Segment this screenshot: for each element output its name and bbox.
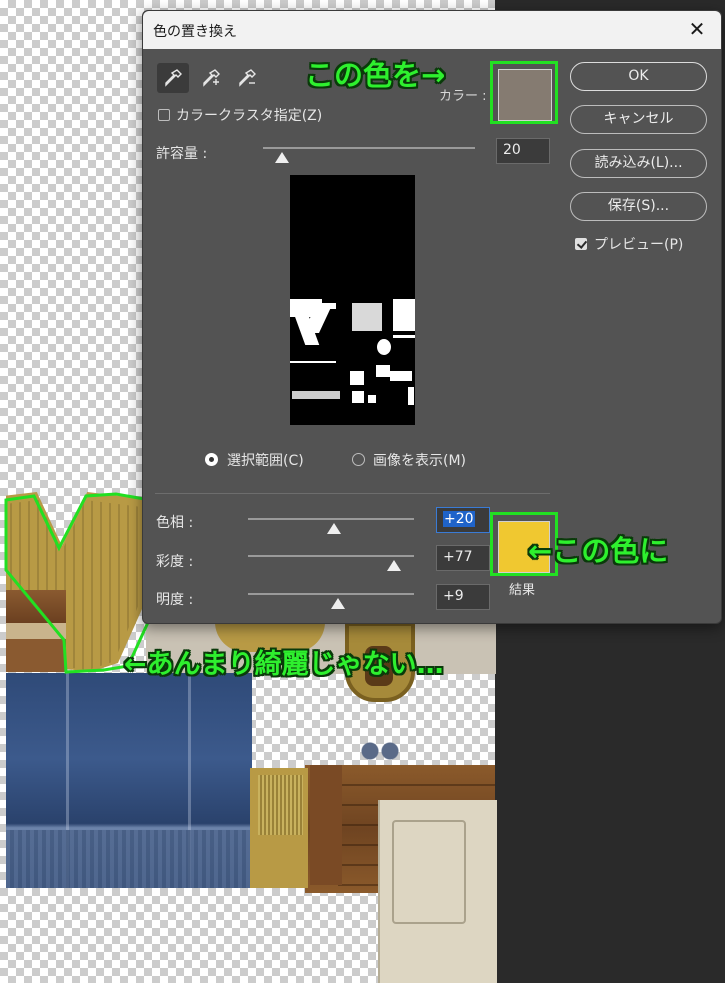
- ok-button[interactable]: OK: [570, 62, 707, 91]
- texture-brown-block: [310, 765, 342, 885]
- lightness-field[interactable]: +9: [436, 584, 490, 610]
- cancel-button[interactable]: キャンセル: [570, 105, 707, 134]
- close-button[interactable]: ✕: [685, 17, 709, 41]
- source-color-highlight: [490, 61, 558, 124]
- tolerance-slider-thumb[interactable]: [275, 152, 290, 163]
- saturation-field[interactable]: +77: [436, 545, 490, 571]
- section-divider: [155, 493, 550, 494]
- saturation-label: 彩度 :: [156, 554, 194, 570]
- image-radio-label: 画像を表示(M): [373, 453, 467, 469]
- saturation-slider-track[interactable]: [248, 555, 414, 557]
- save-button[interactable]: 保存(S)...: [570, 192, 707, 221]
- lightness-label: 明度 :: [156, 592, 194, 608]
- hue-label: 色相 :: [156, 515, 194, 531]
- selection-radio[interactable]: [205, 453, 218, 466]
- eyedropper-tool[interactable]: [157, 63, 189, 93]
- color-cluster-checkbox[interactable]: [158, 109, 170, 121]
- result-label: 結果: [509, 583, 536, 598]
- tolerance-slider-track[interactable]: [263, 147, 475, 149]
- texture-cream-pocket: [392, 820, 466, 924]
- tolerance-label: 許容量 :: [156, 146, 208, 162]
- color-label: カラー :: [439, 89, 487, 104]
- eyedropper-minus-icon: [239, 69, 256, 87]
- lightness-slider-track[interactable]: [248, 593, 414, 595]
- preview-checkbox[interactable]: [575, 238, 587, 250]
- preview-label: プレビュー(P): [594, 237, 684, 253]
- saturation-slider-thumb[interactable]: [387, 560, 402, 571]
- dialog-titlebar[interactable]: 色の置き換え ✕: [143, 11, 721, 49]
- selection-preview: [290, 175, 415, 425]
- load-button[interactable]: 読み込み(L)...: [570, 149, 707, 178]
- lightness-slider-thumb[interactable]: [330, 598, 345, 609]
- texture-jeans-cuff: [6, 830, 252, 888]
- image-radio[interactable]: [352, 453, 365, 466]
- canvas-annotation: ←あんまり綺麗じゃない…: [124, 649, 444, 680]
- hue-slider-track[interactable]: [248, 518, 414, 520]
- hue-field[interactable]: +20: [436, 507, 490, 533]
- result-color-annotation: ←この色に: [528, 534, 669, 568]
- hue-slider-thumb[interactable]: [327, 523, 342, 534]
- texture-buttons: [360, 740, 400, 762]
- eyedropper-icon: [165, 69, 182, 87]
- color-cluster-label: カラークラスタ指定(Z): [176, 108, 323, 124]
- tolerance-field[interactable]: 20: [496, 138, 550, 164]
- source-color-annotation: この色を→: [305, 58, 446, 92]
- dialog-title: 色の置き換え: [153, 24, 237, 40]
- selection-radio-label: 選択範囲(C): [227, 453, 304, 469]
- texture-yellow-pocket: [258, 775, 303, 835]
- subtract-from-sample-tool[interactable]: [231, 63, 263, 93]
- add-to-sample-tool[interactable]: [195, 63, 227, 93]
- eyedropper-plus-icon: [203, 69, 220, 87]
